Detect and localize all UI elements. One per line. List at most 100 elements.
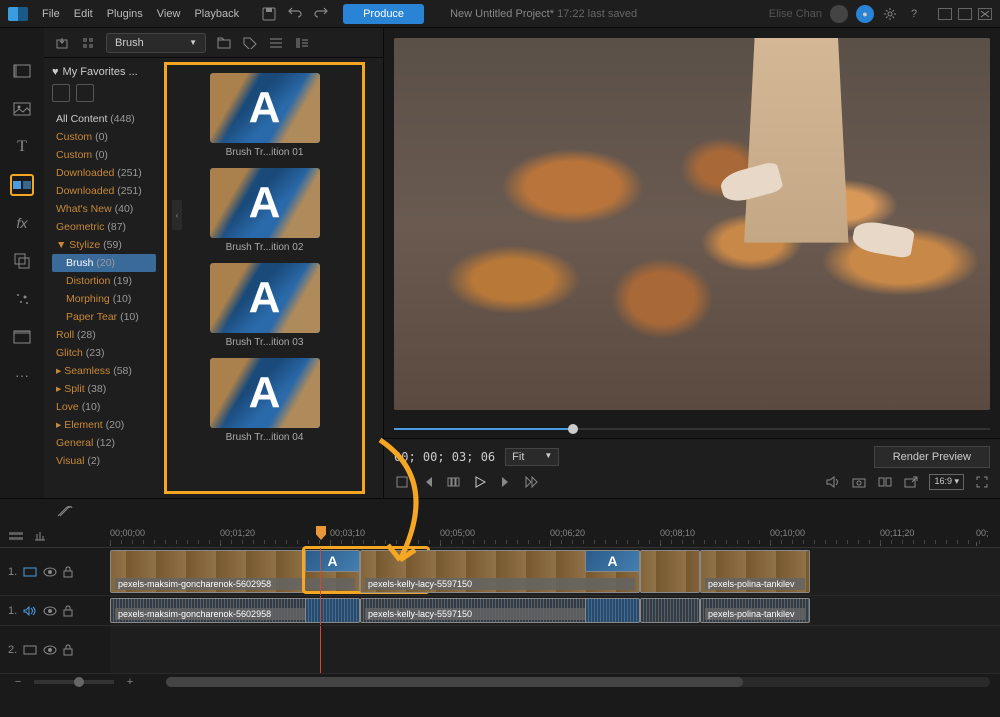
category-item[interactable]: Morphing (10) [52, 290, 156, 308]
category-item[interactable]: Distortion (19) [52, 272, 156, 290]
track-visibility-icon[interactable] [43, 606, 57, 616]
category-item[interactable]: Downloaded (251) [52, 164, 156, 182]
transition-tool-icon[interactable] [10, 174, 34, 196]
media-tool-icon[interactable] [10, 60, 34, 82]
popout-icon[interactable] [903, 474, 919, 490]
zoom-fit-dropdown[interactable]: Fit▼ [505, 448, 559, 466]
detail-view-icon[interactable] [294, 35, 310, 51]
menu-playback[interactable]: Playback [194, 8, 239, 20]
category-item[interactable]: Roll (28) [52, 326, 156, 344]
particle-tool-icon[interactable] [10, 288, 34, 310]
add-folder-icon[interactable] [216, 35, 232, 51]
prev-frame-icon[interactable] [420, 474, 436, 490]
maximize-icon[interactable] [958, 8, 972, 20]
render-preview-button[interactable]: Render Preview [874, 446, 990, 468]
zoom-in-icon[interactable]: + [122, 674, 138, 690]
user-avatar-icon[interactable] [830, 5, 848, 23]
redo-icon[interactable] [313, 6, 329, 22]
template-tool-icon[interactable] [10, 326, 34, 348]
dual-view-icon[interactable] [877, 474, 893, 490]
audio-transition-clip[interactable] [585, 598, 640, 623]
play-icon[interactable] [472, 474, 488, 490]
zoom-slider[interactable] [34, 680, 114, 684]
category-item[interactable]: Visual (2) [52, 452, 156, 470]
audio-transition-clip[interactable] [305, 598, 360, 623]
fast-forward-icon[interactable] [524, 474, 540, 490]
category-item[interactable]: What's New (40) [52, 200, 156, 218]
transition-item[interactable]: ABrush Tr...ition 02 [175, 168, 354, 253]
transition-item[interactable]: ABrush Tr...ition 01 [175, 73, 354, 158]
fx-tool-icon[interactable]: fx [10, 212, 34, 234]
help-icon[interactable]: ? [906, 6, 922, 22]
category-item[interactable]: ▼ Stylize (59) [52, 236, 156, 254]
zoom-out-icon[interactable]: − [10, 674, 26, 690]
category-item[interactable]: ▸ Split (38) [52, 380, 156, 398]
menu-plugins[interactable]: Plugins [107, 8, 143, 20]
track-lock-icon[interactable] [63, 644, 73, 656]
grid-icon[interactable] [80, 35, 96, 51]
transition-clip[interactable]: A [585, 550, 640, 572]
audio-clip[interactable]: pexels-polina-tankilev [700, 598, 810, 623]
undo-icon[interactable] [287, 6, 303, 22]
track-lock-icon[interactable] [63, 605, 73, 617]
notification-icon[interactable]: ● [856, 5, 874, 23]
video-track-icon[interactable] [23, 645, 37, 655]
category-item[interactable]: Brush (20) [52, 254, 156, 272]
aspect-ratio-badge[interactable]: 16:9 ▾ [929, 474, 964, 490]
image-tool-icon[interactable] [10, 98, 34, 120]
close-icon[interactable] [978, 8, 992, 20]
category-item[interactable]: Paper Tear (10) [52, 308, 156, 326]
video-track-icon[interactable] [23, 567, 37, 577]
pen-add-icon[interactable] [52, 84, 70, 102]
next-frame-icon[interactable] [498, 474, 514, 490]
category-item[interactable]: Love (10) [52, 398, 156, 416]
category-item[interactable]: General (12) [52, 434, 156, 452]
timeline-scrollbar[interactable] [166, 677, 990, 687]
category-item[interactable]: Geometric (87) [52, 218, 156, 236]
track-lock-icon[interactable] [63, 566, 73, 578]
gear-icon[interactable] [882, 6, 898, 22]
category-item[interactable]: ▸ Element (20) [52, 416, 156, 434]
more-tool-icon[interactable]: ··· [10, 364, 34, 386]
produce-button[interactable]: Produce [343, 4, 424, 24]
volume-icon[interactable] [825, 474, 841, 490]
favorites-row[interactable]: ♥ My Favorites ... [52, 66, 156, 78]
menu-file[interactable]: File [42, 8, 60, 20]
razor-tool-icon[interactable] [56, 504, 76, 520]
track-visibility-icon[interactable] [43, 645, 57, 655]
audio-track-icon[interactable] [23, 606, 37, 616]
menu-view[interactable]: View [157, 8, 181, 20]
category-dropdown[interactable]: Brush▼ [106, 33, 206, 53]
preview-scrubber[interactable] [394, 420, 990, 438]
timeline-ruler[interactable]: 00;00;0000;01;2000;03;1000;05;0000;06;20… [110, 524, 1000, 547]
transition-item[interactable]: ABrush Tr...ition 04 [175, 358, 354, 443]
transition-item[interactable]: ABrush Tr...ition 03 [175, 263, 354, 348]
transition-clip[interactable]: A [305, 550, 360, 572]
import-icon[interactable] [54, 35, 70, 51]
timeline-marker-icon[interactable] [32, 528, 48, 544]
snapshot-icon[interactable] [851, 474, 867, 490]
category-item[interactable]: Downloaded (251) [52, 182, 156, 200]
audio-clip[interactable] [640, 598, 700, 623]
tag-icon[interactable] [242, 35, 258, 51]
category-item[interactable]: ▸ Seamless (58) [52, 362, 156, 380]
category-item[interactable]: Custom (0) [52, 146, 156, 164]
stop-icon[interactable] [394, 474, 410, 490]
minimize-icon[interactable] [938, 8, 952, 20]
track-visibility-icon[interactable] [43, 567, 57, 577]
pen-icon[interactable] [76, 84, 94, 102]
preview-video[interactable] [394, 38, 990, 410]
video-clip[interactable]: pexels-polina-tankilev [700, 550, 810, 593]
video-clip[interactable] [640, 550, 700, 593]
timeline-view-icon[interactable] [8, 528, 24, 544]
menu-edit[interactable]: Edit [74, 8, 93, 20]
frame-step-icon[interactable] [446, 474, 462, 490]
list-view-icon[interactable] [268, 35, 284, 51]
category-item[interactable]: Custom (0) [52, 128, 156, 146]
category-item[interactable]: Glitch (23) [52, 344, 156, 362]
text-tool-icon[interactable]: T [10, 136, 34, 158]
playhead-marker[interactable] [316, 526, 326, 540]
save-icon[interactable] [261, 6, 277, 22]
collapse-sidebar-icon[interactable]: ‹ [172, 200, 182, 230]
fullscreen-icon[interactable] [974, 474, 990, 490]
